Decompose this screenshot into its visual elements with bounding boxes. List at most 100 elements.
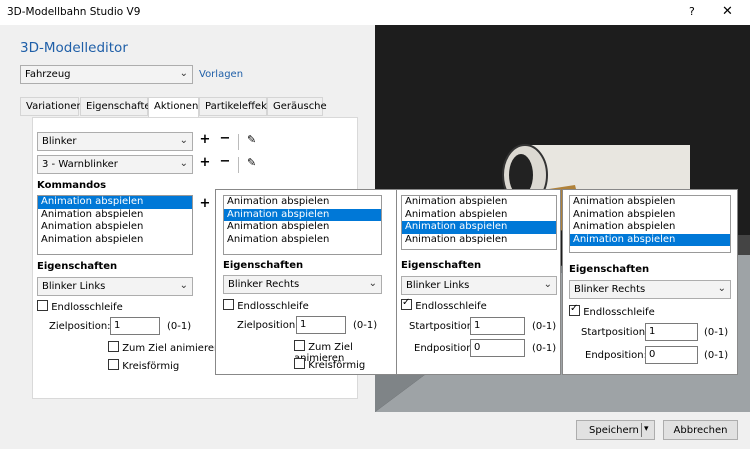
list-item[interactable]: Animation abspielen [402, 234, 556, 247]
list-item[interactable]: Animation abspielen [402, 221, 556, 234]
tab-aktionen[interactable]: Aktionen [148, 97, 199, 117]
list-item[interactable]: Animation abspielen [402, 209, 556, 222]
list-item[interactable]: Animation abspielen [570, 233, 730, 246]
commands-list[interactable]: Animation abspielen Animation abspielen … [401, 195, 557, 250]
list-item[interactable]: Animation abspielen [224, 234, 381, 247]
editor-title: 3D-Modelleditor [20, 40, 128, 56]
remove-sub-action-icon[interactable]: − [219, 154, 231, 169]
edit-sub-action-icon[interactable]: ✎ [247, 156, 256, 169]
range-label: (0-1) [167, 321, 192, 332]
zielposition-label: Zielposition: [237, 320, 299, 331]
overlay-panel-2: Animation abspielen Animation abspielen … [396, 189, 561, 375]
range-label: (0-1) [532, 343, 557, 354]
tab-variationen[interactable]: Variationen [20, 97, 83, 116]
list-item[interactable]: Animation abspielen [224, 208, 381, 221]
chevron-down-icon: ⌄ [179, 68, 188, 79]
help-icon[interactable]: ? [689, 5, 695, 18]
zum-ziel-checkbox[interactable] [108, 341, 119, 352]
list-item[interactable]: Animation abspielen [570, 196, 730, 209]
kreisfoermig-row[interactable]: Kreisförmig [294, 358, 365, 371]
list-item[interactable]: Animation abspielen [570, 221, 730, 234]
list-item[interactable]: Animation abspielen [224, 196, 381, 209]
list-item[interactable]: Animation abspielen [38, 209, 192, 222]
startposition-label: Startposition: [409, 321, 477, 332]
target-select[interactable]: Blinker Links ⌄ [401, 276, 557, 295]
endlos-checkbox[interactable] [569, 303, 580, 316]
overlay-panel-1: Animation abspielen Animation abspielen … [215, 189, 397, 375]
add-action-icon[interactable]: + [199, 132, 211, 147]
zielposition-input[interactable]: 1 [110, 317, 160, 335]
endposition-input[interactable]: 0 [645, 346, 698, 364]
type-select[interactable]: Fahrzeug ⌄ [20, 65, 193, 84]
list-item[interactable]: Animation abspielen [402, 196, 556, 209]
zum-ziel-checkbox[interactable] [294, 340, 305, 351]
commands-list[interactable]: Animation abspielen Animation abspielen … [37, 195, 193, 255]
sub-action-select[interactable]: 3 - Warnblinker ⌄ [37, 155, 193, 174]
add-command-icon[interactable]: + [199, 196, 211, 211]
startposition-label: Startposition: [581, 327, 649, 338]
zielposition-label: Zielposition: [49, 321, 111, 332]
list-item[interactable]: Animation abspielen [38, 221, 192, 234]
chevron-down-icon: ⌄ [717, 283, 726, 294]
endlos-label: Endlosschleife [583, 307, 655, 318]
endlos-checkbox[interactable] [401, 297, 412, 310]
action-select[interactable]: Blinker ⌄ [37, 132, 193, 151]
remove-action-icon[interactable]: − [219, 131, 231, 146]
endposition-input[interactable]: 0 [470, 339, 525, 357]
endposition-label: Endposition: [585, 350, 647, 361]
endlos-checkbox-row[interactable]: Endlosschleife [223, 299, 309, 312]
list-item[interactable]: Animation abspielen [224, 221, 381, 234]
endlos-checkbox-row[interactable]: Endlosschleife [401, 297, 487, 312]
overlay-panel-3: Animation abspielen Animation abspielen … [562, 189, 738, 375]
tab-eigenschaften[interactable]: Eigenschaften [80, 97, 157, 116]
target-select[interactable]: Blinker Rechts ⌄ [569, 280, 731, 299]
endlos-checkbox[interactable] [223, 299, 234, 310]
kreisfoermig-row[interactable]: Kreisförmig [108, 359, 179, 372]
commands-list[interactable]: Animation abspielen Animation abspielen … [569, 195, 731, 253]
action-select-value: Blinker [42, 136, 77, 147]
list-item[interactable]: Animation abspielen [38, 196, 192, 209]
add-sub-action-icon[interactable]: + [199, 155, 211, 170]
range-label: (0-1) [704, 350, 729, 361]
range-label: (0-1) [704, 327, 729, 338]
close-icon[interactable]: ✕ [722, 4, 733, 19]
zum-ziel-row[interactable]: Zum Ziel animieren [108, 341, 220, 354]
tab-partikeleffekte[interactable]: Partikeleffekte [199, 97, 277, 116]
kreisfoermig-checkbox[interactable] [108, 359, 119, 370]
target-select[interactable]: Blinker Links ⌄ [37, 277, 193, 296]
separator [238, 157, 239, 173]
sub-action-select-value: 3 - Warnblinker [42, 159, 118, 170]
eigenschaften-label: Eigenschaften [37, 261, 118, 272]
tab-geraeusche[interactable]: Geräusche [267, 97, 327, 116]
save-dropdown-icon[interactable]: ▾ [644, 424, 649, 434]
zielposition-input[interactable]: 1 [296, 316, 346, 334]
target-select[interactable]: Blinker Rechts ⌄ [223, 275, 382, 294]
type-select-value: Fahrzeug [25, 69, 71, 80]
startposition-input[interactable]: 1 [645, 323, 698, 341]
chevron-down-icon: ⌄ [368, 278, 377, 289]
endlos-checkbox-row[interactable]: Endlosschleife [569, 303, 655, 318]
save-button[interactable]: Speichern ▾ [576, 420, 655, 440]
edit-action-icon[interactable]: ✎ [247, 133, 256, 146]
eigenschaften-label: Eigenschaften [223, 260, 304, 271]
kommandos-label: Kommandos [37, 180, 107, 191]
range-label: (0-1) [353, 320, 378, 331]
vorlagen-link[interactable]: Vorlagen [199, 69, 243, 80]
separator [641, 423, 642, 437]
chevron-down-icon: ⌄ [179, 158, 188, 169]
endlos-checkbox-row[interactable]: Endlosschleife [37, 300, 123, 313]
endposition-label: Endposition: [414, 343, 476, 354]
commands-list[interactable]: Animation abspielen Animation abspielen … [223, 195, 382, 255]
save-button-label: Speichern [589, 425, 639, 436]
kreisfoermig-checkbox[interactable] [294, 358, 305, 369]
endlos-label: Endlosschleife [415, 301, 487, 312]
list-item[interactable]: Animation abspielen [570, 209, 730, 222]
cancel-button[interactable]: Abbrechen [663, 420, 738, 440]
chevron-down-icon: ⌄ [179, 135, 188, 146]
list-item[interactable]: Animation abspielen [38, 234, 192, 247]
endlos-checkbox[interactable] [37, 300, 48, 311]
startposition-input[interactable]: 1 [470, 317, 525, 335]
separator [238, 134, 239, 150]
endlos-label: Endlosschleife [237, 301, 309, 312]
tab-bar: Variationen Eigenschaften Aktionen Parti… [20, 97, 340, 117]
